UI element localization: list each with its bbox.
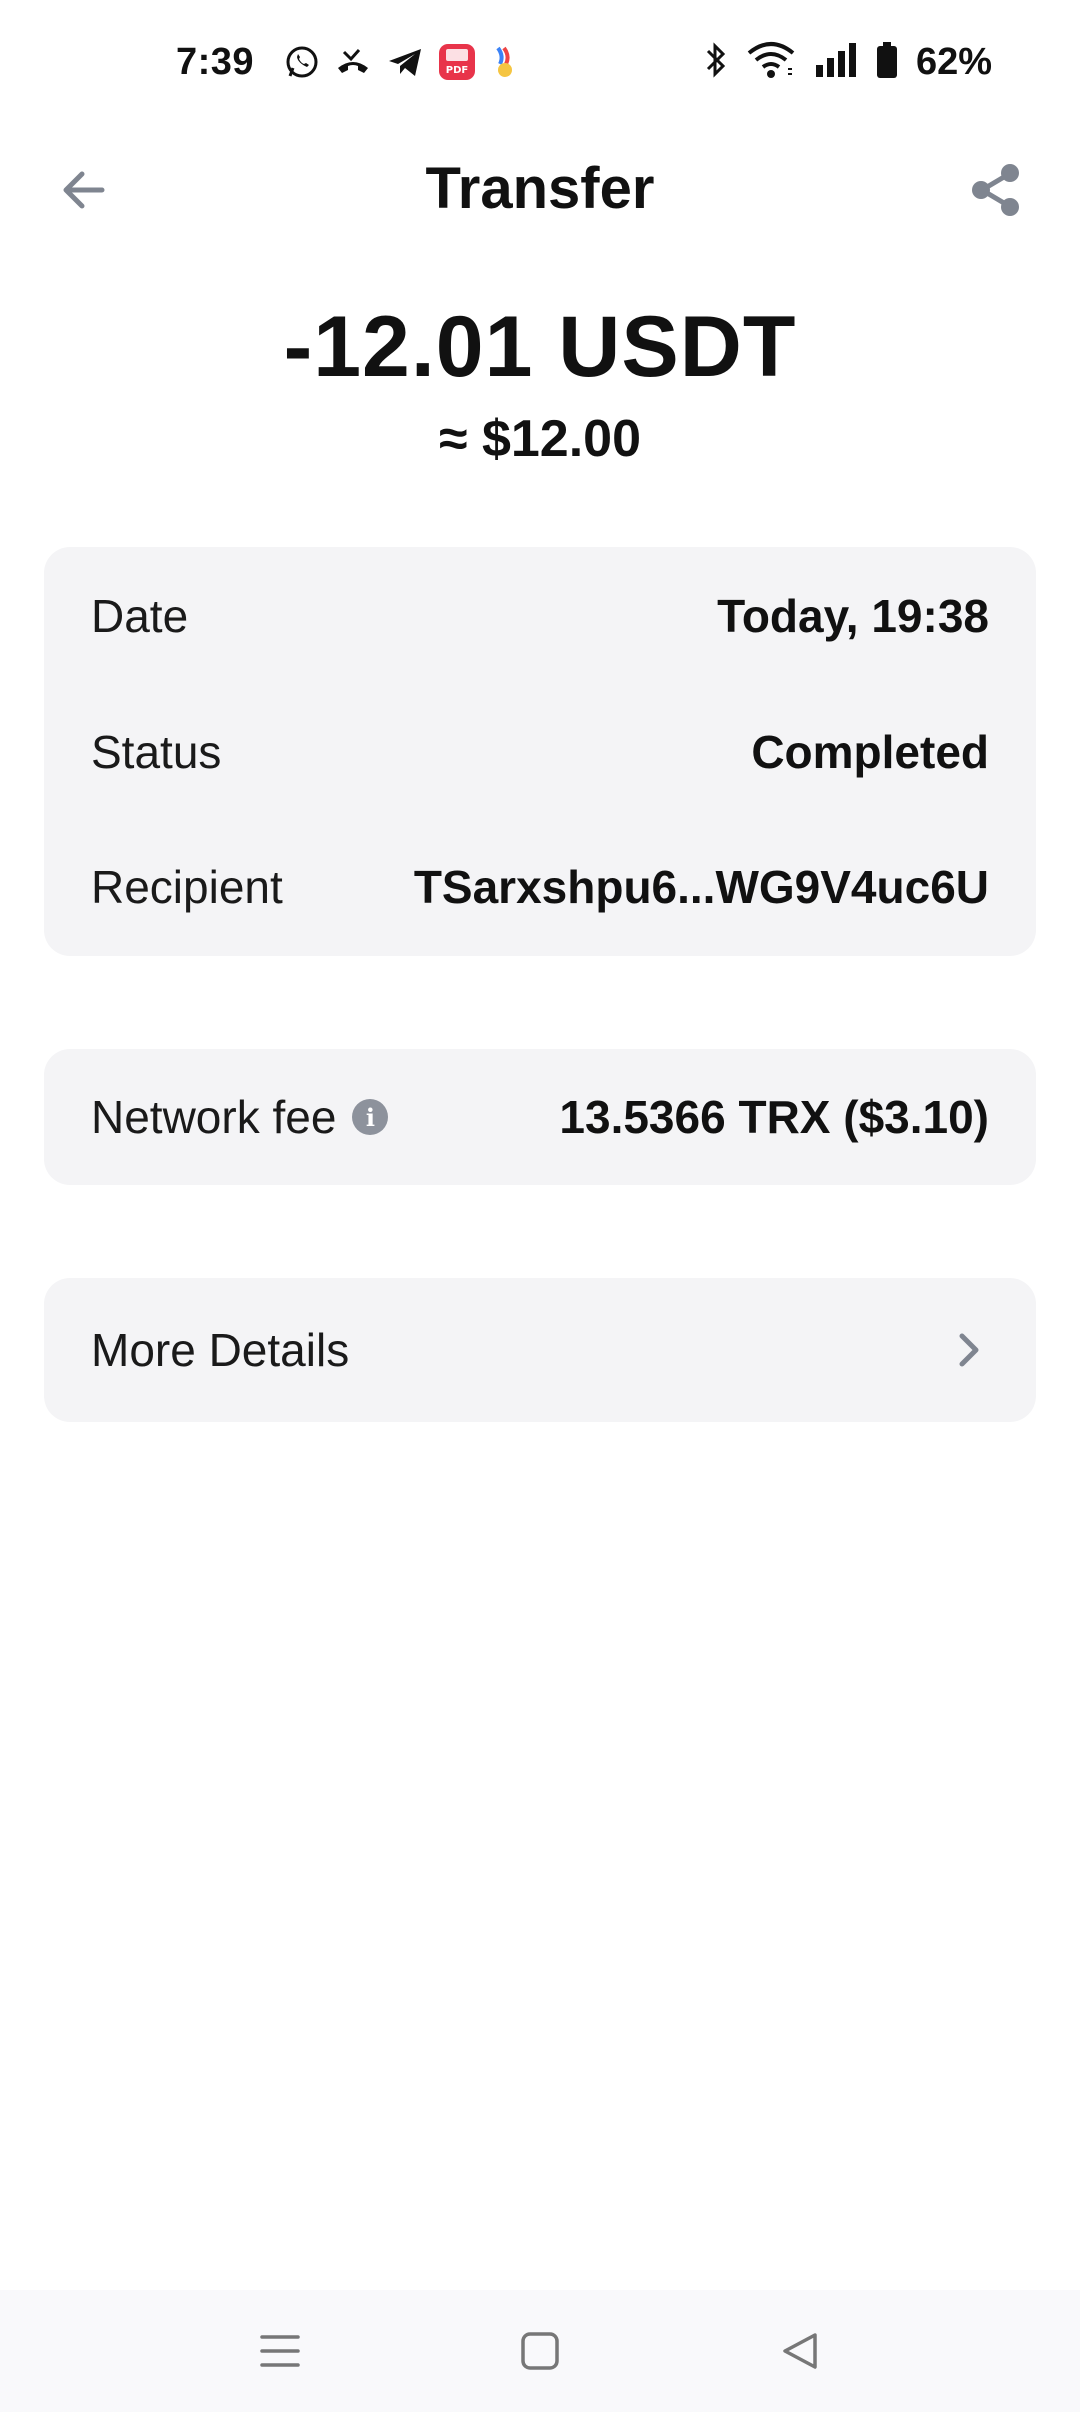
network-fee-label: Network fee	[91, 1091, 337, 1143]
transfer-amount: -12.01 USDT	[283, 299, 797, 395]
share-button[interactable]	[964, 158, 1028, 222]
battery-percentage: 62%	[915, 40, 992, 83]
recipient-address[interactable]: TSarxshpu6...WG9V4uc6U	[414, 860, 989, 914]
network-fee-label-group: Network fee i	[91, 1090, 389, 1144]
recent-apps-button[interactable]	[240, 2311, 320, 2391]
arrow-left-icon	[63, 171, 105, 209]
back-nav-button[interactable]	[760, 2311, 840, 2391]
recipient-row: Recipient TSarxshpu6...WG9V4uc6U	[91, 847, 989, 927]
telegram-icon	[386, 44, 424, 80]
fiat-amount: ≈ $12.00	[438, 409, 642, 468]
more-details-row: More Details	[91, 1310, 989, 1390]
status-right: 62%	[704, 41, 992, 84]
header: Transfer	[0, 130, 1080, 246]
colorful-app-icon	[490, 44, 520, 80]
back-button[interactable]	[52, 158, 116, 222]
network-fee-card: Network fee i 13.5366 TRX ($3.10)	[44, 1049, 1036, 1185]
date-label: Date	[91, 590, 189, 642]
date-value: Today, 19:38	[717, 590, 989, 642]
svg-text:PDF: PDF	[446, 65, 468, 76]
wifi-icon	[746, 41, 796, 84]
status-time: 7:39	[176, 40, 255, 83]
whatsapp-icon	[284, 44, 320, 80]
more-details-label: More Details	[91, 1324, 350, 1376]
home-button[interactable]	[500, 2311, 580, 2391]
transfer-detail-screen: 7:39 PDF 62% Transfer -12.01 USDT ≈ $12.…	[0, 0, 1080, 2412]
share-icon	[972, 164, 1019, 216]
network-fee-value: 13.5366 TRX ($3.10)	[559, 1091, 989, 1143]
notification-icons: PDF	[284, 43, 520, 81]
more-details-button[interactable]: More Details	[44, 1278, 1036, 1422]
date-row: Date Today, 19:38	[91, 576, 989, 656]
page-title: Transfer	[425, 155, 655, 221]
menu-icon	[260, 2335, 300, 2367]
bluetooth-icon	[704, 41, 728, 84]
recipient-label: Recipient	[91, 861, 283, 913]
amount-block: -12.01 USDT ≈ $12.00	[0, 300, 1080, 469]
home-square-icon	[521, 2332, 559, 2370]
battery-icon	[876, 41, 898, 84]
status-bar: 7:39 PDF 62%	[0, 0, 1080, 124]
details-card: Date Today, 19:38 Status Completed Recip…	[44, 547, 1036, 956]
status-value: Completed	[751, 726, 989, 778]
status-row: Status Completed	[91, 712, 989, 792]
network-fee-row: Network fee i 13.5366 TRX ($3.10)	[91, 1077, 989, 1157]
back-triangle-icon	[783, 2333, 817, 2369]
pdf-app-icon: PDF	[438, 43, 476, 81]
signal-icon	[814, 41, 858, 84]
status-label: Status	[91, 726, 222, 778]
system-nav-bar	[0, 2290, 1080, 2412]
missed-call-icon	[334, 44, 372, 80]
status-left: 7:39 PDF	[176, 41, 520, 84]
chevron-right-icon	[949, 1330, 989, 1370]
info-icon[interactable]: i	[352, 1099, 389, 1135]
